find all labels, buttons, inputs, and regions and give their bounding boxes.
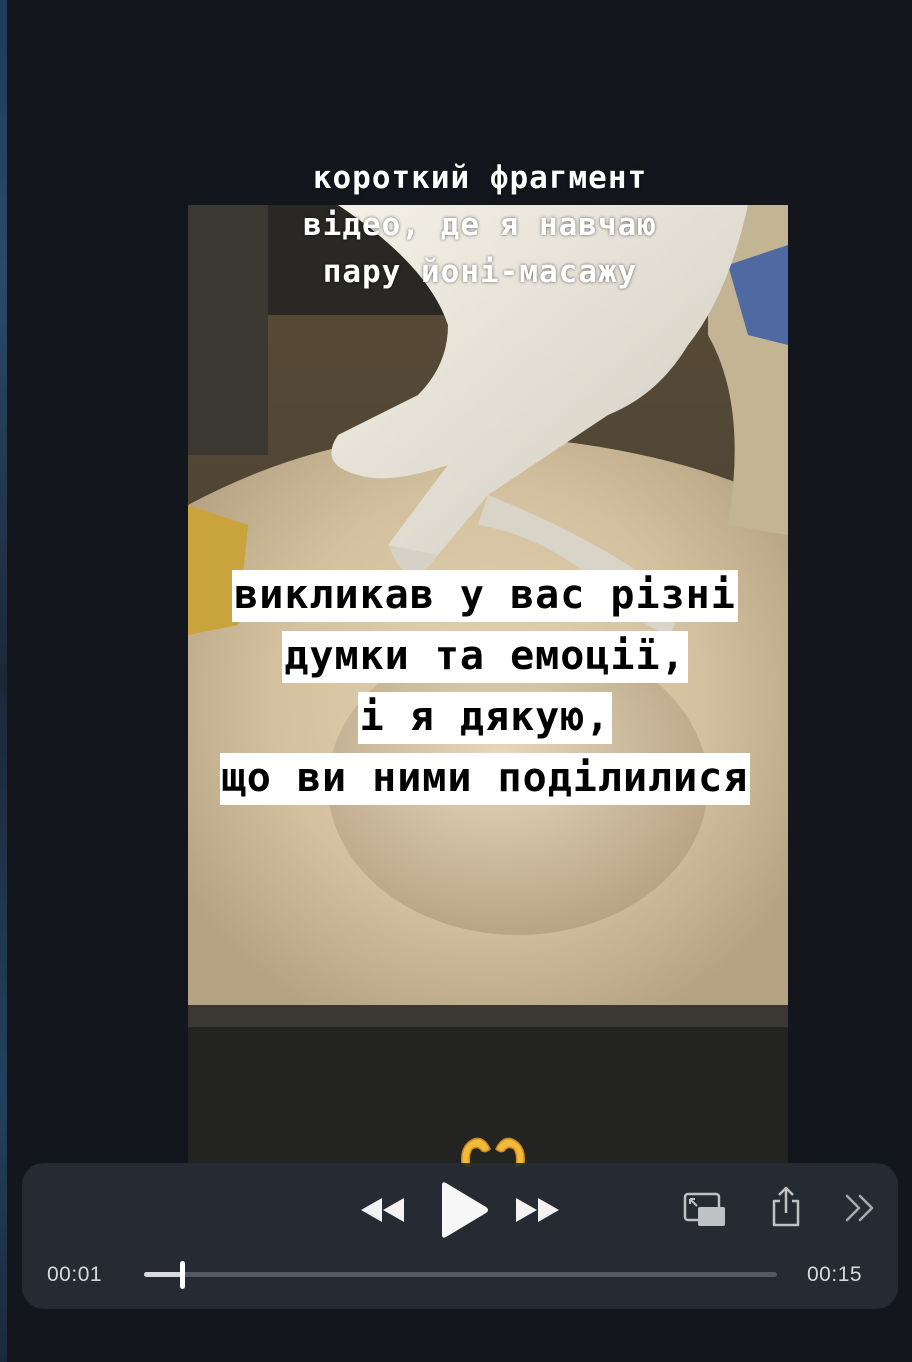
caption-main-line: і я дякую, xyxy=(357,692,613,744)
progress-handle[interactable] xyxy=(180,1261,185,1289)
progress-fill xyxy=(144,1272,182,1277)
caption-top-line: короткий фрагмент xyxy=(312,160,648,196)
caption-top-line: відео, де я навчаю xyxy=(303,207,657,243)
rewind-icon xyxy=(361,1198,404,1222)
heart-hands-emoji xyxy=(456,1133,530,1167)
share-button[interactable] xyxy=(766,1184,806,1230)
caption-main-line: що ви ними поділилися xyxy=(219,753,751,805)
play-button[interactable] xyxy=(434,1180,492,1240)
caption-main-line: думки та емоції, xyxy=(282,631,688,683)
current-time: 00:01 xyxy=(47,1263,103,1286)
play-icon xyxy=(442,1182,488,1238)
caption-top-line: пару йоні-масажу xyxy=(322,254,638,290)
video-player-window: короткий фрагмент відео, де я навчаю пар… xyxy=(0,0,912,1362)
caption-top: короткий фрагмент відео, де я навчаю пар… xyxy=(180,155,780,296)
fast-forward-button[interactable] xyxy=(512,1190,564,1230)
picture-in-picture-icon xyxy=(683,1192,725,1226)
window-edge xyxy=(0,0,7,1362)
share-icon xyxy=(772,1186,800,1227)
rewind-button[interactable] xyxy=(356,1190,408,1230)
caption-main: викликав у вас різні думки та емоції, і … xyxy=(140,565,830,809)
progress-bar[interactable] xyxy=(144,1261,777,1289)
picture-in-picture-button[interactable] xyxy=(680,1188,730,1230)
fast-forward-icon xyxy=(516,1198,559,1222)
more-button[interactable] xyxy=(840,1190,880,1226)
caption-main-line: викликав у вас різні xyxy=(232,570,738,622)
duration-time: 00:15 xyxy=(807,1263,863,1286)
chevron-double-right-icon xyxy=(845,1194,874,1222)
